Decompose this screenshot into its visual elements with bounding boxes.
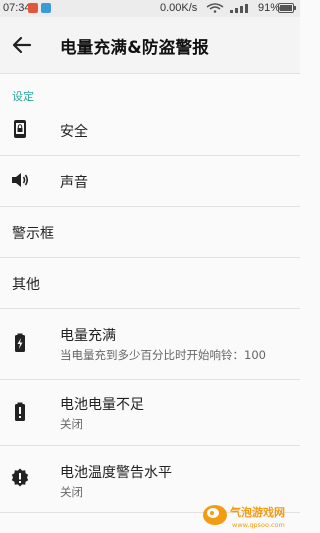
settings-item-alert-box[interactable]: 警示框 [0,207,300,257]
notification-app-icon [28,3,38,13]
status-bar: 07:34 0.00K/s 91% [0,0,300,17]
item-label: 其他 [12,277,40,293]
item-summary: 关闭 [60,485,83,499]
watermark-logo: 气泡游戏网 www.qpsoo.com [203,505,285,529]
item-label: 电量充满 [60,328,116,344]
notification-app-icon-2 [41,3,51,13]
status-time: 07:34 [3,2,31,14]
settings-item-other[interactable]: 其他 [0,258,300,308]
item-label: 安全 [60,124,88,140]
item-label: 声音 [60,175,88,191]
item-label: 警示框 [12,226,54,242]
phone-lock-icon [14,120,26,138]
item-summary: 关闭 [60,417,83,431]
battery-charging-icon [15,333,25,352]
item-label: 电池电量不足 [60,397,144,413]
page-title: 电量充满&防盗警报 [60,38,210,57]
volume-icon [12,173,29,187]
settings-item-security[interactable]: 安全 [0,105,300,155]
arrow-back-icon[interactable] [10,33,34,57]
temperature-alert-icon [11,468,29,487]
signal-icon [230,4,248,13]
battery-percent: 91% [258,2,281,14]
wifi-icon [206,3,224,13]
battery-icon [278,3,296,13]
network-speed: 0.00K/s [160,2,198,14]
section-header: 设定 [12,90,34,103]
item-summary: 当电量充到多少百分比时开始响铃：100 [60,348,266,362]
battery-alert-icon [15,402,25,421]
svg-text:气泡游戏网: 气泡游戏网 [229,505,285,519]
item-label: 电池温度警告水平 [60,465,172,481]
settings-item-sound[interactable]: 声音 [0,156,300,206]
app-bar: 电量充满&防盗警报 [0,17,300,74]
svg-text:www.qpsoo.com: www.qpsoo.com [232,521,285,529]
settings-item-low-battery[interactable]: 电池电量不足 关闭 [0,380,300,445]
settings-item-full-charge[interactable]: 电量充满 当电量充到多少百分比时开始响铃：100 [0,309,300,379]
